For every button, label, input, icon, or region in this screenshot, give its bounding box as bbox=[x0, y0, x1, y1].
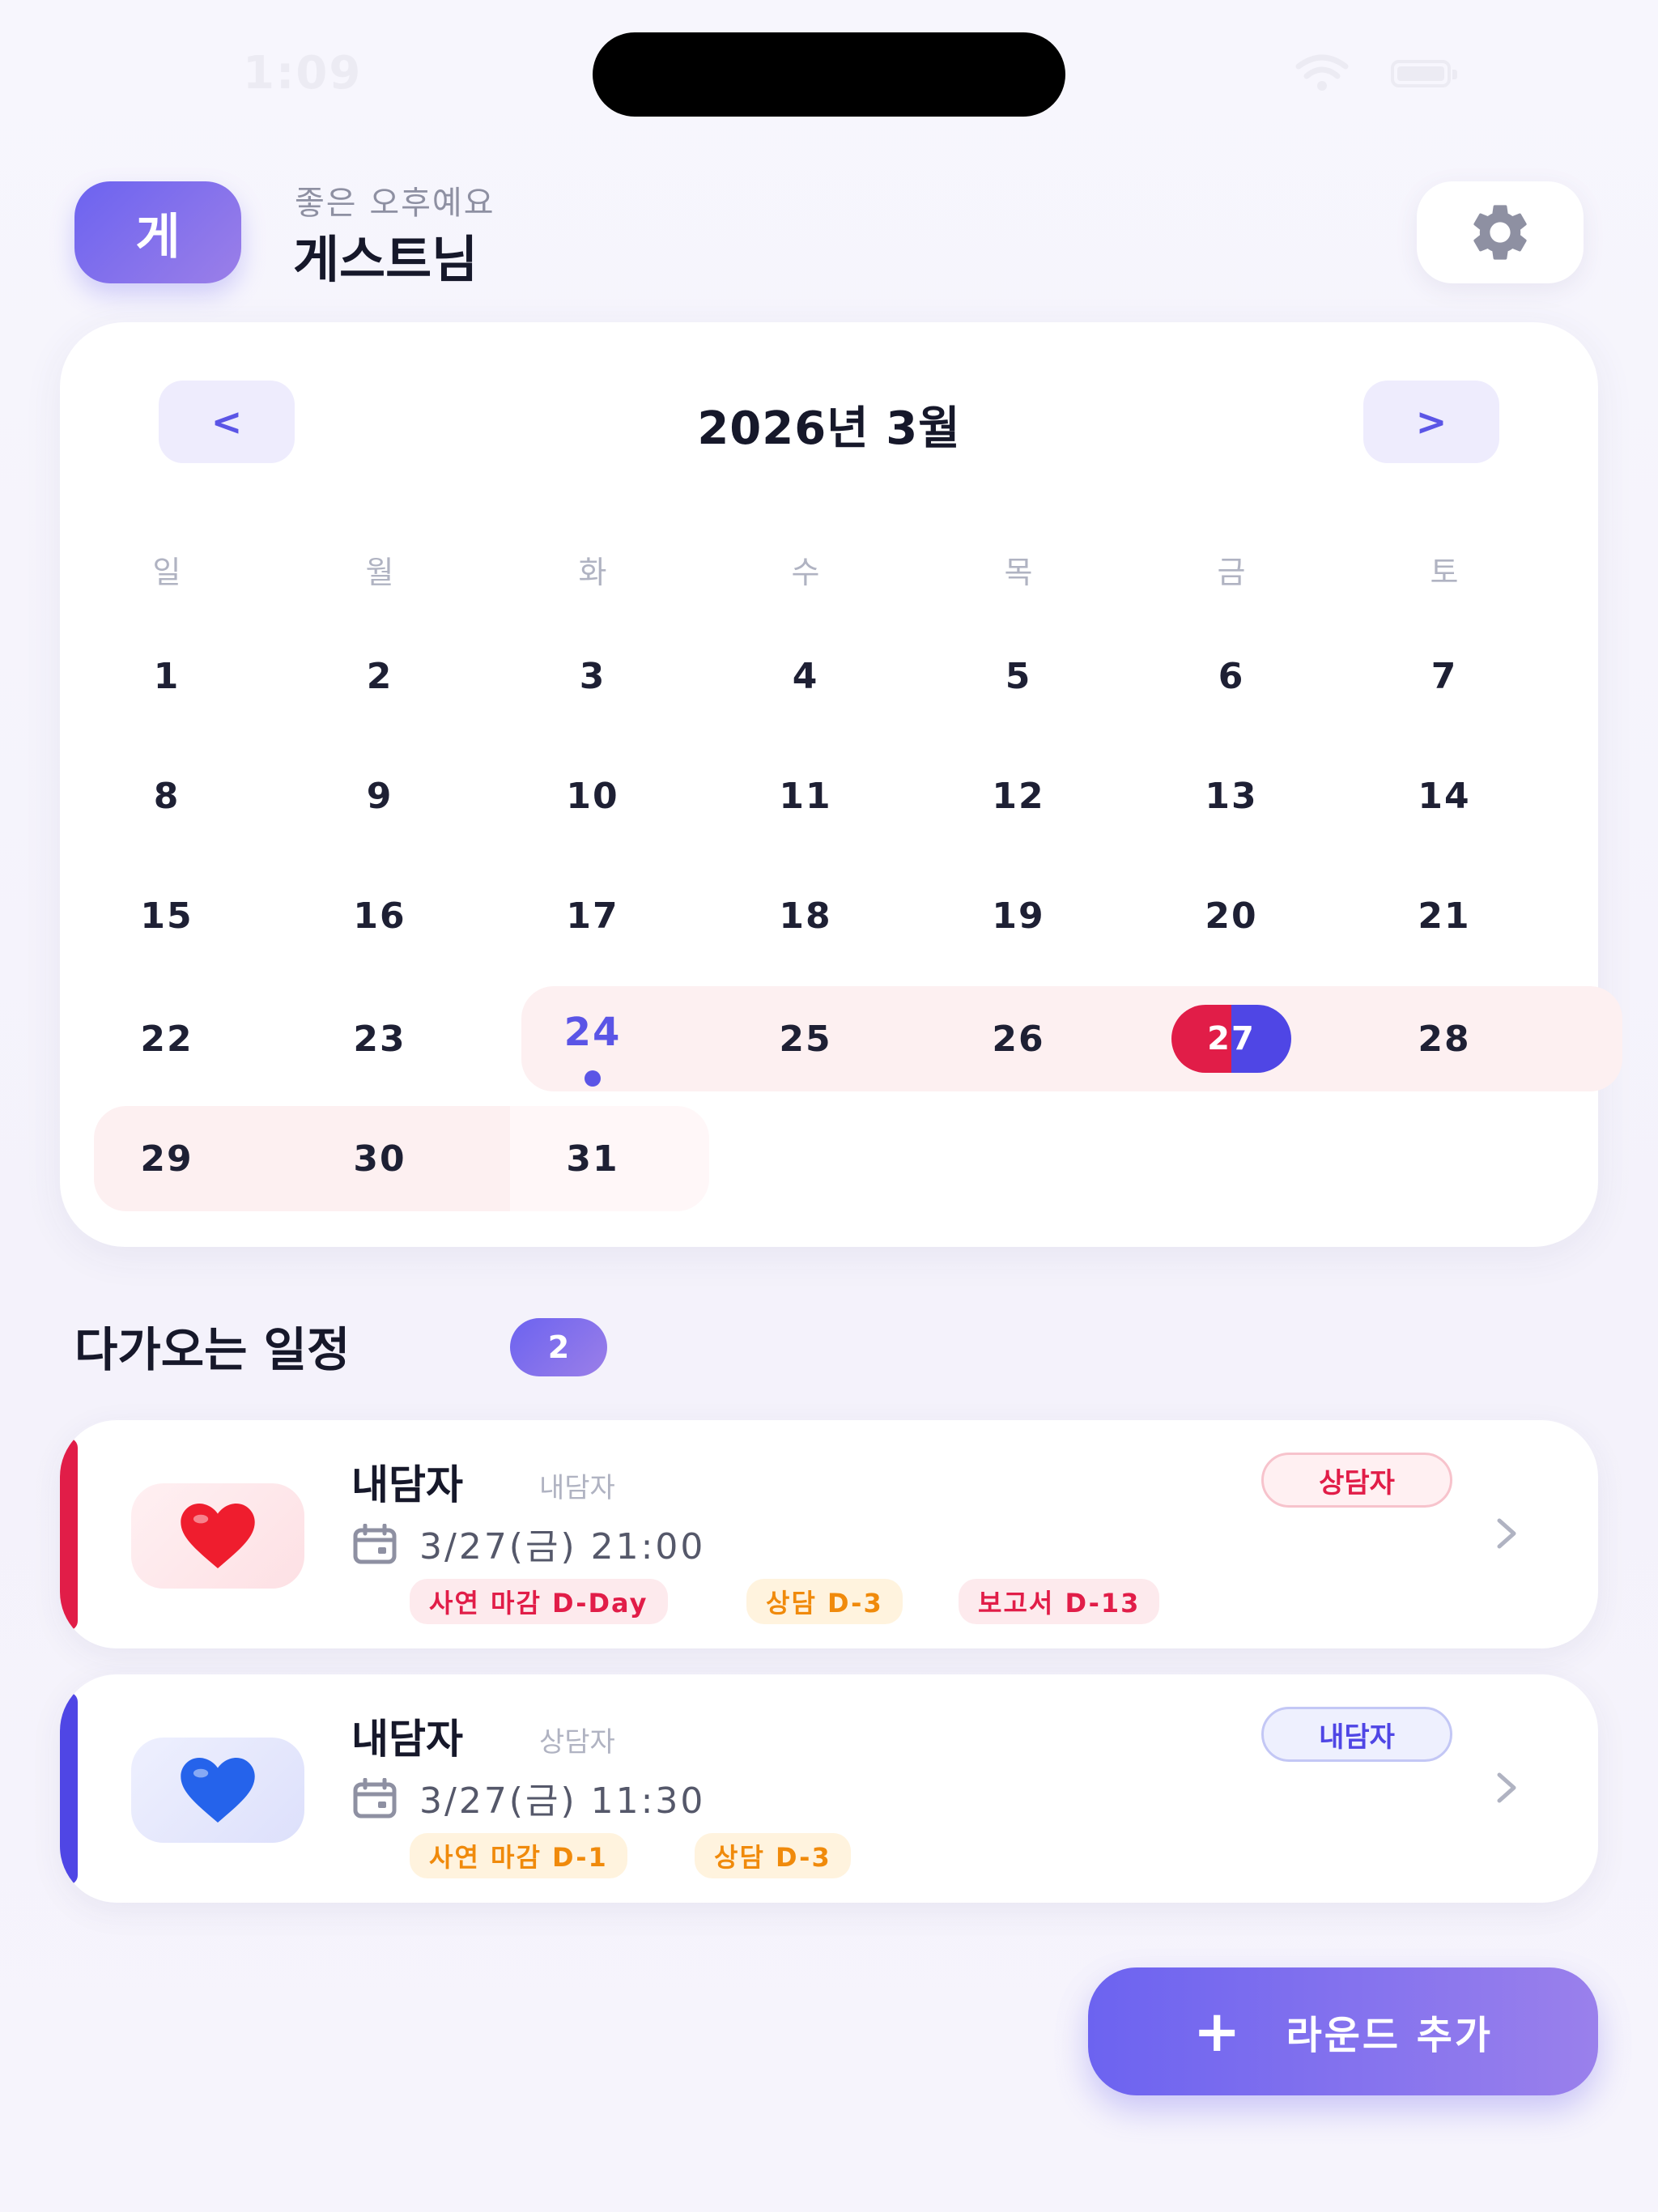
calendar-day[interactable]: 14 bbox=[1338, 743, 1551, 849]
calendar-icon bbox=[353, 1778, 397, 1819]
calendar-day[interactable]: 25 bbox=[699, 986, 912, 1091]
status-time: 1:09 bbox=[243, 47, 363, 100]
greeting-text: 좋은 오후예요 bbox=[295, 185, 495, 222]
calendar-day[interactable]: 11 bbox=[699, 743, 912, 849]
event-accent-stripe bbox=[60, 1692, 78, 1885]
event-dot bbox=[585, 1070, 601, 1087]
deadline-tag: 상담 D-3 bbox=[746, 1579, 903, 1624]
settings-button[interactable] bbox=[1417, 181, 1584, 283]
weekday-label: 화 bbox=[578, 555, 607, 590]
event-accent-stripe bbox=[60, 1438, 78, 1631]
calendar-day[interactable]: 6 bbox=[1125, 623, 1338, 729]
add-round-label: 라운드 추가 bbox=[1286, 2013, 1494, 2058]
weekday-label: 월 bbox=[365, 555, 394, 590]
calendar-day[interactable]: 30 bbox=[274, 1106, 487, 1211]
weekday-label: 토 bbox=[1430, 555, 1459, 590]
event-icon-box bbox=[131, 1483, 304, 1589]
calendar-day[interactable]: 22 bbox=[61, 986, 274, 1091]
deadline-tag: 보고서 D-13 bbox=[959, 1579, 1160, 1624]
event-card[interactable]: 내담자 상담자 내담자 3/27(금) 11:30 사연 마감 D-1 상담 D-3 bbox=[60, 1674, 1598, 1903]
deadline-tag: 사연 마감 D-1 bbox=[410, 1833, 627, 1878]
chevron-right-icon bbox=[1497, 1772, 1516, 1803]
avatar[interactable]: 게 bbox=[74, 181, 241, 283]
calendar-day[interactable]: 27 bbox=[1171, 1005, 1291, 1073]
deadline-tag: 사연 마감 D-Day bbox=[410, 1579, 668, 1624]
calendar-day[interactable]: 26 bbox=[912, 986, 1125, 1091]
event-icon-box bbox=[131, 1738, 304, 1843]
section-title: 다가오는 일정 bbox=[74, 1322, 351, 1377]
weekday-label: 수 bbox=[791, 555, 820, 590]
calendar-day-selected[interactable]: 24 bbox=[487, 980, 699, 1085]
weekday-label: 금 bbox=[1217, 555, 1246, 590]
user-name: 게스트님 bbox=[293, 230, 478, 289]
calendar-day[interactable]: 21 bbox=[1338, 863, 1551, 968]
calendar-day[interactable]: 28 bbox=[1338, 986, 1551, 1091]
calendar-day[interactable]: 7 bbox=[1338, 623, 1551, 729]
calendar-day[interactable]: 1 bbox=[61, 623, 274, 729]
calendar-day[interactable]: 19 bbox=[912, 863, 1125, 968]
status-bar: 1:09 bbox=[0, 0, 1658, 146]
event-subtitle: 내담자 bbox=[539, 1472, 615, 1504]
event-time: 3/27(금) 11:30 bbox=[419, 1780, 706, 1822]
calendar-day[interactable]: 5 bbox=[912, 623, 1125, 729]
chevron-right-icon bbox=[1497, 1518, 1516, 1549]
calendar-day[interactable]: 23 bbox=[274, 986, 487, 1091]
calendar-day[interactable]: 17 bbox=[487, 863, 699, 968]
event-subtitle: 상담자 bbox=[539, 1726, 615, 1759]
calendar-day[interactable]: 29 bbox=[61, 1106, 274, 1211]
calendar-day[interactable]: 13 bbox=[1125, 743, 1338, 849]
deadline-tag: 상담 D-3 bbox=[695, 1833, 851, 1878]
calendar-day[interactable]: 4 bbox=[699, 623, 912, 729]
calendar-day[interactable]: 8 bbox=[61, 743, 274, 849]
calendar-day[interactable]: 15 bbox=[61, 863, 274, 968]
wifi-icon bbox=[1295, 54, 1349, 91]
calendar-day[interactable]: 20 bbox=[1125, 863, 1338, 968]
calendar-day[interactable]: 31 bbox=[487, 1106, 699, 1211]
weekday-label: 목 bbox=[1004, 555, 1033, 590]
event-name: 내담자 bbox=[351, 1461, 463, 1508]
calendar-day[interactable]: 12 bbox=[912, 743, 1125, 849]
gear-icon bbox=[1473, 205, 1527, 260]
calendar-day[interactable]: 9 bbox=[274, 743, 487, 849]
calendar-day[interactable]: 16 bbox=[274, 863, 487, 968]
calendar-icon bbox=[353, 1524, 397, 1564]
red-heart-icon bbox=[181, 1504, 255, 1568]
event-name: 내담자 bbox=[351, 1716, 463, 1763]
add-round-button[interactable]: + 라운드 추가 bbox=[1088, 1967, 1598, 2095]
calendar-card: < 2026년 3월 > 일월화수목금토 1 2 3 4 5 6 7 8 9 10 11 12 13 14… bbox=[60, 322, 1622, 1247]
calendar-day[interactable]: 3 bbox=[487, 623, 699, 729]
count-badge: 2 bbox=[510, 1318, 607, 1376]
battery-icon bbox=[1391, 60, 1457, 87]
calendar-day[interactable]: 18 bbox=[699, 863, 912, 968]
calendar-day[interactable]: 2 bbox=[274, 623, 487, 729]
role-badge: 내담자 bbox=[1261, 1707, 1452, 1762]
dynamic-island bbox=[593, 32, 1065, 117]
weekday-label: 일 bbox=[152, 555, 181, 590]
event-card[interactable]: 내담자 내담자 상담자 3/27(금) 21:00 사연 마감 D-Day 상담 D-3 보… bbox=[60, 1420, 1598, 1648]
calendar-day[interactable]: 10 bbox=[487, 743, 699, 849]
event-time: 3/27(금) 21:00 bbox=[419, 1526, 706, 1568]
role-badge: 상담자 bbox=[1261, 1453, 1452, 1508]
blue-heart-icon bbox=[181, 1758, 255, 1823]
plus-icon: + bbox=[1192, 1998, 1241, 2065]
next-month-button[interactable]: > bbox=[1363, 381, 1499, 463]
